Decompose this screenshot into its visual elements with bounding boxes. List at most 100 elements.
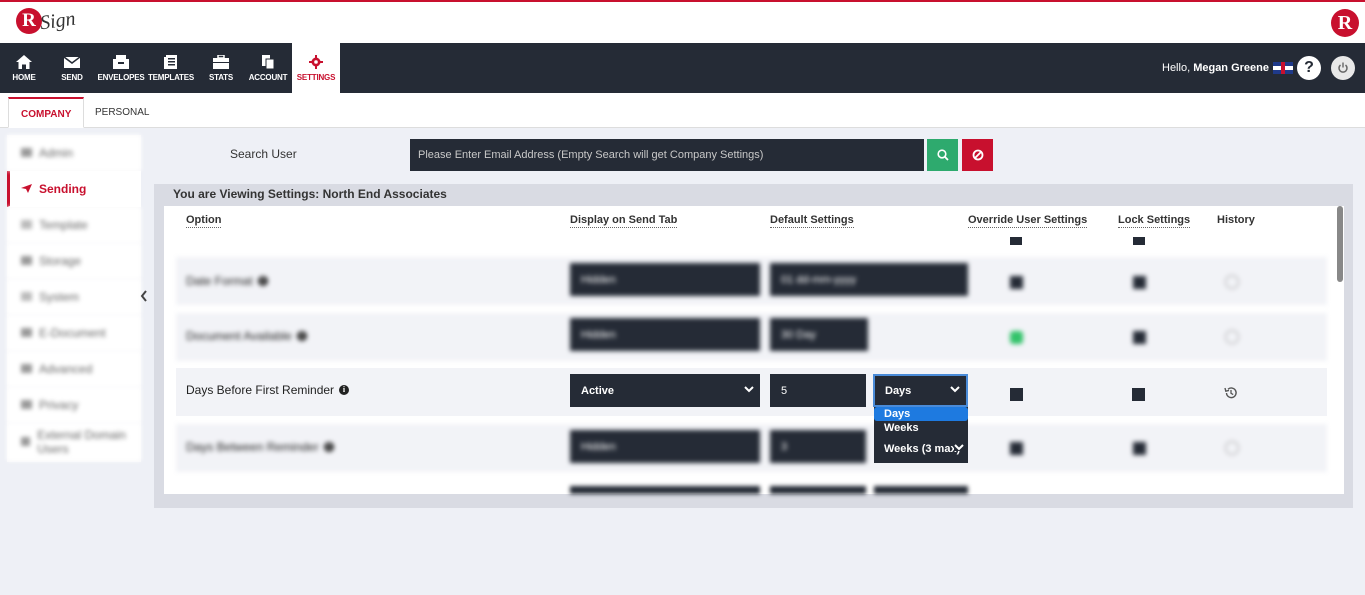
tab-personal[interactable]: PERSONAL — [83, 97, 161, 128]
scrollbar-thumb[interactable] — [1337, 206, 1343, 282]
sidebar-item-external-domain[interactable]: External Domain Users — [7, 423, 141, 461]
unit-select[interactable]: Days — [873, 374, 968, 407]
sidebar-item-sending[interactable]: Sending — [7, 171, 141, 207]
display-select[interactable]: Hidden — [570, 263, 760, 296]
lock-checkbox[interactable] — [1133, 331, 1146, 344]
app-logo[interactable]: R Sign — [16, 7, 77, 34]
tab-company[interactable]: COMPANY — [8, 97, 85, 128]
default-value-input[interactable]: 3 — [770, 430, 866, 463]
clear-search-button[interactable] — [962, 139, 993, 171]
lock-all-checkbox[interactable] — [1133, 237, 1145, 245]
account-icon — [262, 54, 275, 69]
history-icon[interactable] — [1225, 275, 1239, 289]
uk-flag-icon[interactable] — [1273, 62, 1293, 74]
display-select[interactable] — [570, 486, 760, 494]
search-button[interactable] — [927, 139, 958, 171]
info-icon[interactable]: i — [339, 385, 350, 395]
display-select-value: Active — [581, 384, 615, 397]
sidebar-item-advanced[interactable]: Advanced — [7, 351, 141, 387]
settings-sidebar: Admin Sending Template Storage System E-… — [7, 135, 141, 462]
chevron-down-icon — [744, 386, 754, 393]
inbox-icon — [113, 54, 129, 69]
nav-send[interactable]: SEND — [50, 43, 94, 93]
override-checkbox[interactable] — [1010, 442, 1023, 455]
default-select[interactable]: 01 dd-mm-yyyy — [770, 263, 968, 296]
storage-icon — [21, 256, 32, 265]
info-icon[interactable]: i — [323, 442, 334, 452]
unit-options-list: Days Weeks — [874, 407, 968, 435]
header-history: History — [1217, 214, 1255, 226]
sidebar-item-storage[interactable]: Storage — [7, 243, 141, 279]
override-checkbox[interactable] — [1010, 276, 1023, 289]
sidebar-item-label: E-Document — [39, 325, 106, 340]
user-name[interactable]: Megan Greene — [1193, 62, 1269, 74]
sidebar-item-label: System — [39, 289, 80, 304]
nav-settings[interactable]: SETTINGS — [292, 43, 340, 93]
display-select[interactable]: Hidden — [570, 318, 760, 351]
envelope-icon — [64, 55, 80, 68]
history-icon[interactable] — [1224, 386, 1238, 400]
lock-checkbox[interactable] — [1133, 442, 1146, 455]
sidebar-item-edocument[interactable]: E-Document — [7, 315, 141, 351]
sidebar-item-privacy[interactable]: Privacy — [7, 387, 141, 423]
unit-option-weeks[interactable]: Weeks — [874, 421, 968, 435]
nav-send-label: SEND — [61, 72, 83, 82]
default-value-input[interactable]: 5 — [770, 374, 866, 407]
search-icon — [936, 149, 949, 161]
row-label-text: Date Format — [186, 274, 253, 288]
nav-stats[interactable]: STATS — [200, 43, 242, 93]
top-bar: R Sign R — [0, 0, 1365, 43]
default-select-value: 30 Day — [781, 328, 816, 341]
header-option: Option — [186, 214, 222, 228]
nav-home[interactable]: HOME — [0, 43, 48, 93]
collapse-sidebar-chevron-icon[interactable] — [140, 290, 148, 305]
default-select[interactable] — [770, 486, 866, 494]
history-icon[interactable] — [1225, 441, 1239, 455]
sidebar-item-admin[interactable]: Admin — [7, 135, 141, 171]
override-all-checkbox[interactable] — [1010, 237, 1022, 245]
search-email-input[interactable] — [410, 139, 924, 171]
display-select[interactable]: Active — [570, 374, 760, 407]
default-select[interactable]: 30 Day — [770, 318, 868, 351]
help-button[interactable]: ? — [1297, 56, 1321, 80]
sidebar-item-system[interactable]: System — [7, 279, 141, 315]
template-icon — [164, 54, 177, 69]
history-icon[interactable] — [1225, 330, 1239, 344]
viewing-settings-title: You are Viewing Settings: North End Asso… — [173, 187, 447, 201]
override-checkbox[interactable] — [1010, 331, 1023, 344]
override-checkbox[interactable] — [1010, 388, 1023, 401]
unit-select-row-4[interactable]: Weeks (3 max) — [874, 435, 968, 463]
header-display-on-send-tab: Display on Send Tab — [570, 214, 678, 228]
default-value-text: 3 — [781, 440, 788, 453]
display-select[interactable]: Hidden — [570, 430, 760, 463]
main-nav: HOME SEND ENVELOPES TEMPLATES STATS ACCO… — [0, 43, 1365, 93]
nav-envelopes-label: ENVELOPES — [97, 72, 145, 82]
info-icon[interactable]: i — [257, 276, 268, 286]
sidebar-item-template[interactable]: Template — [7, 207, 141, 243]
nav-account[interactable]: ACCOUNT — [244, 43, 292, 93]
unit-option-days[interactable]: Days — [874, 407, 968, 421]
sidebar-item-label: Template — [39, 217, 88, 232]
ban-icon — [972, 149, 983, 161]
sidebar-item-label: Advanced — [39, 361, 93, 376]
header-lock-settings[interactable]: Lock Settings — [1118, 214, 1191, 228]
logout-button[interactable] — [1331, 56, 1355, 80]
table-row-partial — [176, 483, 1327, 494]
unit-select[interactable] — [874, 486, 968, 494]
info-icon[interactable]: i — [296, 331, 307, 341]
display-select-value: Hidden — [581, 328, 616, 341]
nav-stats-label: STATS — [208, 72, 234, 82]
table-row: Days Between Reminder i Hidden 3 — [176, 424, 1327, 472]
nav-templates[interactable]: TEMPLATES — [146, 43, 196, 93]
row-label-text: Document Available — [186, 329, 292, 343]
nav-settings-label: SETTINGS — [296, 72, 336, 82]
row-label: Document Available i — [186, 329, 307, 343]
nav-envelopes[interactable]: ENVELOPES — [96, 43, 146, 93]
header-override-user-settings[interactable]: Override User Settings — [968, 214, 1088, 228]
lock-checkbox[interactable] — [1132, 388, 1145, 401]
admin-icon — [21, 148, 32, 157]
lock-checkbox[interactable] — [1133, 276, 1146, 289]
brand-logo: R — [1331, 9, 1359, 37]
chevron-down-icon — [954, 443, 964, 451]
row-label: Days Before First Reminder i — [186, 383, 350, 397]
